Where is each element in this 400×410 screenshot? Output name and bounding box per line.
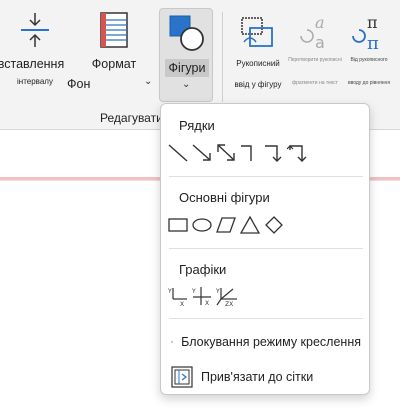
menu-divider <box>169 318 363 319</box>
lines-row <box>167 142 311 164</box>
ink-to-math-label-2: вводу до рівняння <box>347 80 391 86</box>
diamond-icon[interactable] <box>263 214 285 236</box>
ink-to-shape-button[interactable]: Рукописний ввід у фігуру <box>226 12 290 90</box>
lock-drawing-mode-icon <box>171 341 174 343</box>
ink-to-text-button[interactable]: a a Перетворити рукописні фрагменти на т… <box>288 12 342 87</box>
line-spacing-button[interactable]: вставлення інтервалу <box>0 10 70 87</box>
shapes-icon <box>169 15 204 51</box>
line-spacing-label-2: інтервалу <box>17 77 53 86</box>
svg-text:ZX: ZX <box>225 301 233 307</box>
line-spacing-label-1: вставлення <box>0 57 65 71</box>
basic-shapes-row <box>167 214 287 236</box>
ellipse-icon[interactable] <box>191 214 213 236</box>
chevron-down-icon: ⌄ <box>144 76 153 87</box>
svg-text:π: π <box>367 33 379 52</box>
parallelogram-icon[interactable] <box>215 214 237 236</box>
line-spacing-icon <box>21 13 49 47</box>
lines-section-title: Рядки <box>179 118 215 133</box>
arrow-icon[interactable] <box>191 142 213 164</box>
ink-to-text-label-2: фрагменти на текст <box>292 80 338 86</box>
ink-to-text-icon: a a <box>300 13 325 52</box>
shapes-button[interactable]: Фігури ⌄ <box>159 8 213 102</box>
elbow-connector-icon[interactable] <box>239 142 261 164</box>
format-background-button[interactable]: Формат Фон ⌄ <box>67 10 153 94</box>
svg-text:Y: Y <box>167 288 172 295</box>
lock-drawing-mode-label: Блокування режиму креслення <box>181 335 361 349</box>
format-background-label-2: Фон <box>67 77 91 91</box>
svg-text:a: a <box>315 13 325 32</box>
shapes-dropdown-menu: Рядки Основні фігури Графіки Y X Y X Y Z… <box>160 103 370 395</box>
svg-text:X: X <box>205 300 209 307</box>
svg-text:Y: Y <box>191 288 196 295</box>
format-background-icon <box>100 12 128 48</box>
xyz-graph-icon[interactable]: Y ZX <box>215 285 239 307</box>
triangle-icon[interactable] <box>239 214 261 236</box>
ribbon-separator <box>222 12 223 102</box>
line-icon[interactable] <box>167 142 189 164</box>
rectangle-icon[interactable] <box>167 214 189 236</box>
chevron-down-icon: ⌄ <box>182 79 191 90</box>
snap-to-grid-icon <box>171 366 193 388</box>
editing-group-label: Редагувати <box>100 111 163 125</box>
ink-to-math-label-1: Від рукописного <box>350 57 388 63</box>
snap-to-grid-item[interactable]: Прив'язати до сітки <box>171 364 361 390</box>
graphs-section-title: Графіки <box>179 262 227 277</box>
snap-to-grid-label: Прив'язати до сітки <box>201 370 314 384</box>
ink-to-shape-label-2: ввід у фігуру <box>234 80 282 89</box>
svg-text:π: π <box>367 13 378 32</box>
svg-text:X: X <box>180 301 184 307</box>
menu-divider <box>169 248 363 249</box>
ink-to-text-label-1: Перетворити рукописні <box>288 57 342 63</box>
svg-text:a: a <box>315 33 325 52</box>
svg-text:Y: Y <box>215 288 220 295</box>
elbow-arrow-icon[interactable] <box>263 142 285 164</box>
basic-shapes-section-title: Основні фігури <box>179 190 270 205</box>
xy-axis-graph-icon[interactable]: Y X <box>191 285 213 307</box>
ink-to-shape-icon <box>241 17 273 47</box>
xy-graph-icon[interactable]: Y X <box>167 285 189 307</box>
shapes-label: Фігури <box>165 59 209 77</box>
lock-drawing-mode-item[interactable]: Блокування режиму креслення <box>171 329 361 355</box>
ink-to-math-button[interactable]: π π Від рукописного вводу до рівняння <box>340 12 398 87</box>
ink-to-math-icon: π π <box>352 13 379 52</box>
ink-to-shape-label-1: Рукописний <box>236 59 280 68</box>
graphs-row: Y X Y X Y ZX <box>167 285 241 307</box>
double-arrow-icon[interactable] <box>215 142 237 164</box>
elbow-double-arrow-icon[interactable] <box>287 142 309 164</box>
menu-divider <box>169 176 363 177</box>
format-background-label-1: Формат <box>91 57 137 71</box>
